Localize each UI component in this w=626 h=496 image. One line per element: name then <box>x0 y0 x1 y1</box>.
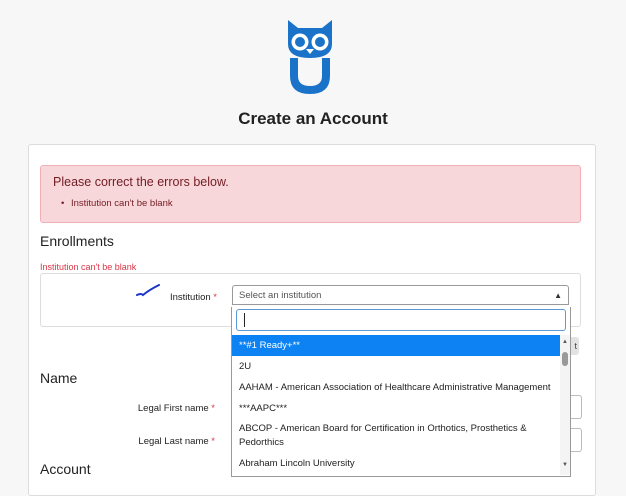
institution-label: Institution * <box>169 292 217 303</box>
dropdown-option[interactable]: **#1 Ready+** <box>232 335 560 356</box>
dropdown-option[interactable]: Abraham Lincoln University <box>232 453 560 474</box>
required-mark: * <box>211 403 215 414</box>
scroll-up-icon[interactable]: ▲ <box>562 339 568 345</box>
institution-select-placeholder: Select an institution <box>239 290 322 301</box>
select-arrows-icon: ▲ <box>554 291 562 300</box>
dropdown-option[interactable]: ***AAPC*** <box>232 398 560 419</box>
required-mark: * <box>211 436 215 447</box>
text-caret <box>244 313 245 327</box>
name-heading: Name <box>40 370 78 386</box>
dropdown-options: **#1 Ready+** 2U AAHAM - American Associ… <box>232 335 560 475</box>
enrollments-heading: Enrollments <box>40 233 114 249</box>
institution-dropdown: **#1 Ready+** 2U AAHAM - American Associ… <box>231 307 571 477</box>
required-mark: * <box>213 292 217 303</box>
dropdown-option[interactable]: ABCOP - American Board for Certification… <box>232 420 560 450</box>
account-heading: Account <box>40 461 91 477</box>
dropdown-search-input[interactable] <box>236 309 566 331</box>
error-alert: Please correct the errors below. Institu… <box>40 165 581 223</box>
dropdown-option[interactable]: AAHAM - American Association of Healthca… <box>232 377 560 398</box>
last-name-label: Legal Last name * <box>138 436 215 447</box>
page-title: Create an Account <box>238 109 388 128</box>
institution-error: Institution can't be blank <box>40 262 137 272</box>
alert-error-list: Institution can't be blank <box>61 198 173 209</box>
first-name-label: Legal First name * <box>137 403 215 414</box>
alert-error-item: Institution can't be blank <box>61 198 173 209</box>
dropdown-search <box>236 309 566 331</box>
institution-select[interactable]: Select an institution ▲ <box>232 285 569 305</box>
scroll-down-icon[interactable]: ▼ <box>562 462 568 468</box>
owl-logo-icon <box>288 20 332 94</box>
scroll-thumb[interactable] <box>562 352 568 366</box>
dropdown-option[interactable]: 2U <box>232 356 560 377</box>
dropdown-scrollbar[interactable]: ▲ ▼ <box>560 335 570 475</box>
alert-heading: Please correct the errors below. <box>53 175 229 189</box>
